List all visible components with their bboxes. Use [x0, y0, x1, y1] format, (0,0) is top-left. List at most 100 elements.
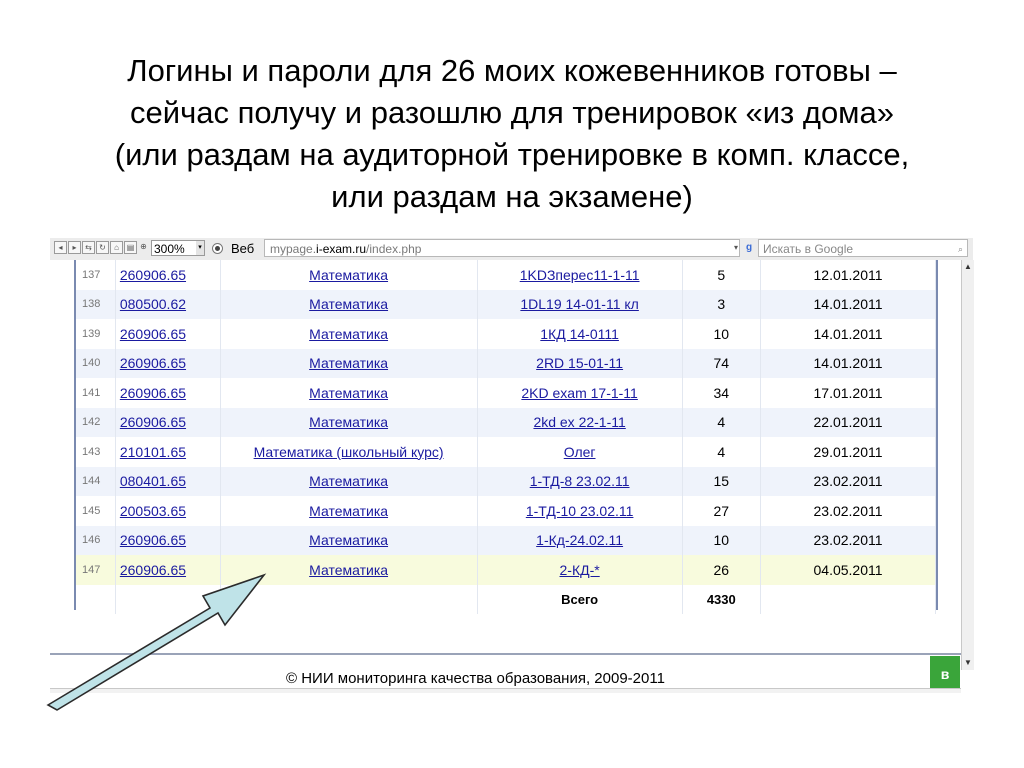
empty-cell	[760, 584, 936, 614]
table-row: 137 260906.65 Математика 1KDЗперес11-1-11 5 1…	[76, 260, 936, 290]
specialty-code-link[interactable]: 210101.65	[120, 444, 186, 460]
login-link-cell: 1-ТД-10 23.02.11	[477, 496, 683, 526]
subject-link[interactable]: Математика (школьный курс)	[254, 444, 444, 460]
subject-link[interactable]: Математика	[309, 267, 388, 283]
specialty-code-link-cell: 260906.65	[115, 525, 221, 555]
row-number: 139	[82, 327, 101, 340]
subject-link[interactable]: Математика	[309, 326, 388, 342]
url-path: /index.php	[366, 242, 422, 256]
row-number-cell: 143	[76, 437, 116, 467]
zoom-value: 300%	[154, 242, 185, 256]
subject-link[interactable]: Математика	[309, 414, 388, 430]
login-link[interactable]: 2-КД-*	[560, 562, 600, 578]
specialty-code-link[interactable]: 260906.65	[120, 267, 186, 283]
url-domain-prefix: mypage.	[270, 242, 317, 256]
table-row: 143 210101.65 Математика (школьный курс) Ол…	[76, 437, 936, 467]
student-count-cell: 34	[682, 378, 762, 408]
specialty-code-link-cell: 260906.65	[115, 407, 221, 437]
subject-link[interactable]: Математика	[309, 503, 388, 519]
row-number-cell: 145	[76, 496, 116, 526]
browser-toolbar: ◂ ▸ ⇆ ↻ ⌂ ▤ ⊕ 300% ▾ Веб mypage.i-exam.r…	[50, 238, 973, 261]
specialty-code-link[interactable]: 080401.65	[120, 473, 186, 489]
specialty-code-link[interactable]: 260906.65	[120, 355, 186, 371]
login-link-cell: 1КД 14-0111	[477, 319, 683, 349]
date-cell: 22.01.2011	[813, 414, 883, 431]
zoom-select[interactable]: 300% ▾	[151, 240, 205, 256]
search-engine-label: Веб	[231, 241, 255, 256]
login-link[interactable]: 1KDЗперес11-1-11	[520, 267, 640, 283]
login-link[interactable]: 1DL19 14-01-11 кл	[520, 296, 639, 312]
date-cell: 14.01.2011	[813, 355, 883, 372]
specialty-code-link[interactable]: 260906.65	[120, 532, 186, 548]
scroll-up-icon[interactable]: ▲	[963, 262, 973, 272]
row-number: 140	[82, 357, 101, 370]
student-count-cell: 27	[682, 496, 762, 526]
side-tab[interactable]: в	[930, 656, 960, 692]
student-count-cell: 4	[682, 407, 762, 437]
date-cell-cell: 14.01.2011	[760, 319, 936, 349]
subject-link[interactable]: Математика	[309, 532, 388, 548]
specialty-code-link-cell: 260906.65	[115, 260, 221, 290]
subject-link[interactable]: Математика	[309, 473, 388, 489]
specialty-code-link[interactable]: 260906.65	[120, 326, 186, 342]
row-number-cell: 142	[76, 407, 116, 437]
row-number-cell: 140	[76, 348, 116, 378]
student-count: 74	[713, 355, 730, 372]
login-link[interactable]: 2RD 15-01-11	[536, 355, 623, 371]
date-cell: 17.01.2011	[813, 384, 883, 401]
chevron-down-icon[interactable]: ▾	[196, 241, 204, 255]
login-link[interactable]: 2KD exam 17-1-11	[521, 385, 637, 401]
login-link[interactable]: 1-ТД-8 23.02.11	[530, 473, 630, 489]
specialty-code-link[interactable]: 200503.65	[120, 503, 186, 519]
login-link[interactable]: 1-ТД-10 23.02.11	[526, 503, 634, 519]
slide-title: Логины и пароли для 26 моих кожевенников…	[40, 50, 984, 218]
google-search-input[interactable]: Искать в Google ⌕	[758, 239, 968, 257]
date-cell: 14.01.2011	[813, 296, 883, 313]
url-dropdown-icon[interactable]: ▾	[734, 243, 738, 252]
row-number-cell: 144	[76, 466, 116, 496]
login-link-cell: 1-ТД-8 23.02.11	[477, 466, 683, 496]
student-count-cell: 15	[682, 466, 762, 496]
row-number: 137	[82, 268, 101, 281]
login-link[interactable]: 2kd ex 22-1-11	[533, 414, 625, 430]
search-icon[interactable]: ⌕	[958, 240, 963, 258]
subject-link[interactable]: Математика	[309, 385, 388, 401]
slide-title-line: (или раздам на аудиторной тренировке в к…	[114, 137, 910, 172]
subject-link[interactable]: Математика	[309, 296, 388, 312]
row-number: 143	[82, 445, 101, 458]
total-value: 4330	[682, 584, 762, 614]
student-count: 10	[713, 532, 730, 549]
specialty-code-link[interactable]: 260906.65	[120, 385, 186, 401]
vertical-scrollbar[interactable]: ▲ ▼	[961, 260, 974, 670]
subject-link-cell: Математика (школьный курс)	[220, 437, 478, 467]
student-count: 27	[713, 502, 730, 519]
login-link[interactable]: 1-Кд-24.02.11	[536, 532, 623, 548]
login-link[interactable]: 1КД 14-0111	[540, 326, 619, 342]
specialty-code-link[interactable]: 080500.62	[120, 296, 186, 312]
login-link-cell: 2-КД-*	[477, 555, 683, 585]
home-icon[interactable]: ⌂	[110, 241, 123, 254]
subject-link[interactable]: Математика	[309, 355, 388, 371]
table-row: 146 260906.65 Математика 1-Кд-24.02.11 10 23.…	[76, 525, 936, 555]
page-icon[interactable]: ▤	[124, 241, 137, 254]
student-count-cell: 10	[682, 319, 762, 349]
date-cell: 23.02.2011	[813, 502, 883, 519]
login-link[interactable]: Олег	[564, 444, 596, 460]
specialty-code-link[interactable]: 260906.65	[120, 414, 186, 430]
address-bar[interactable]: mypage.i-exam.ru/index.php	[264, 239, 740, 257]
date-cell: 23.02.2011	[813, 473, 883, 490]
subject-link[interactable]: Математика	[309, 562, 388, 578]
back-icon[interactable]: ◂	[54, 241, 67, 254]
history-icon[interactable]: ⇆	[82, 241, 95, 254]
pointer-arrow	[46, 573, 267, 711]
specialty-code-link-cell: 080500.62	[115, 289, 221, 319]
results-table: 137 260906.65 Математика 1KDЗперес11-1-11 5 1…	[76, 260, 936, 614]
forward-icon[interactable]: ▸	[68, 241, 81, 254]
date-cell: 23.02.2011	[813, 532, 883, 549]
search-engine-radio[interactable]	[212, 243, 223, 254]
scroll-down-icon[interactable]: ▼	[963, 658, 973, 668]
reload-icon[interactable]: ↻	[96, 241, 109, 254]
student-count-cell: 74	[682, 348, 762, 378]
specialty-code-link-cell: 260906.65	[115, 319, 221, 349]
student-count-cell: 5	[682, 260, 762, 290]
